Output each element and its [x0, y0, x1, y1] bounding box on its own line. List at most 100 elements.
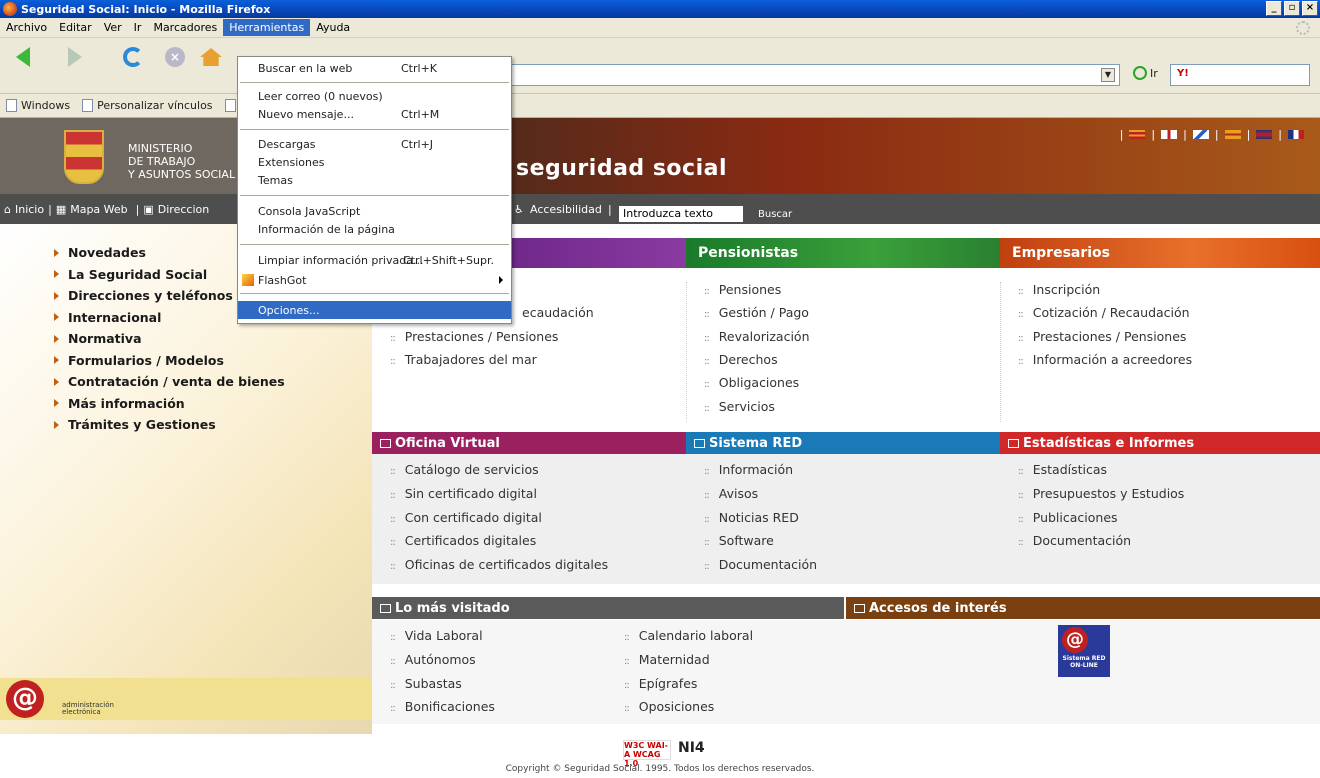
sistema-red-online-button[interactable]: @ Sistema RED ON-LINE: [1058, 625, 1110, 677]
link-prestaciones[interactable]: :: Prestaciones / Pensiones: [390, 329, 558, 344]
ni4-badge[interactable]: NI4: [678, 740, 710, 760]
link-prestaciones-emp[interactable]: :: Prestaciones / Pensiones: [1018, 329, 1186, 344]
link-bonificaciones[interactable]: :: Bonificaciones: [390, 699, 495, 714]
french-flag-icon[interactable]: [1288, 130, 1304, 139]
web-search-box[interactable]: Y!: [1170, 64, 1310, 86]
galician-flag-icon[interactable]: [1192, 130, 1209, 139]
link-publicaciones[interactable]: :: Publicaciones: [1018, 510, 1118, 525]
bookmark-windows[interactable]: Windows: [6, 99, 70, 112]
link-cotizacion[interactable]: :: Cotización / Recaudación: [1018, 305, 1190, 320]
menu-item-info-pagina[interactable]: Información de la página: [238, 220, 511, 238]
link-calendario[interactable]: :: Calendario laboral: [624, 628, 753, 643]
link-sin-certificado[interactable]: :: Sin certificado digital: [390, 486, 537, 501]
link-red-noticias[interactable]: :: Noticias RED: [704, 510, 799, 525]
bookmark-personalizar[interactable]: Personalizar vínculos: [82, 99, 213, 112]
link-estadisticas[interactable]: :: Estadísticas: [1018, 462, 1107, 477]
basque-flag-icon[interactable]: [1161, 130, 1178, 139]
nav-inicio[interactable]: Inicio: [15, 203, 44, 216]
menu-ayuda[interactable]: Ayuda: [310, 19, 356, 36]
link-red-informacion[interactable]: :: Información: [704, 462, 793, 477]
forward-button[interactable]: [60, 44, 90, 70]
menu-editar[interactable]: Editar: [53, 19, 98, 36]
go-button[interactable]: Ir: [1133, 66, 1158, 80]
menu-herramientas[interactable]: Herramientas: [223, 19, 311, 36]
nav-direcciones[interactable]: Direccion: [158, 203, 209, 216]
link-derechos[interactable]: :: Derechos: [704, 352, 778, 367]
link-autonomos[interactable]: :: Autónomos: [390, 652, 476, 667]
menu-archivo[interactable]: Archivo: [0, 19, 53, 36]
admin-electronica-banner[interactable]: [0, 678, 372, 720]
page-icon: [6, 99, 17, 112]
left-menu-item[interactable]: Normativa: [54, 328, 285, 350]
menu-item-buscar-web[interactable]: Buscar en la web Ctrl+K: [238, 59, 511, 77]
home-button[interactable]: [196, 44, 226, 70]
link-vida-laboral[interactable]: :: Vida Laboral: [390, 628, 483, 643]
bookmark-more[interactable]: [224, 99, 236, 112]
link-recaudacion[interactable]: ecaudación: [522, 305, 594, 320]
menu-item-flashgot[interactable]: FlashGot: [238, 271, 511, 289]
menu-ir[interactable]: Ir: [128, 19, 148, 36]
url-dropdown-icon[interactable]: ▼: [1101, 68, 1115, 82]
link-inscripcion[interactable]: :: Inscripción: [1018, 282, 1100, 297]
left-menu-item[interactable]: Contratación / venta de bienes: [54, 371, 285, 393]
menu-item-limpiar[interactable]: Limpiar información privada... Ctrl+Shift…: [238, 251, 511, 269]
stop-button[interactable]: ×: [160, 44, 190, 70]
link-label: Vida Laboral: [404, 628, 483, 643]
menu-item-leer-correo[interactable]: Leer correo (0 nuevos): [238, 87, 511, 105]
menu-item-nuevo-mensaje[interactable]: Nuevo mensaje... Ctrl+M: [238, 105, 511, 123]
pensionistas-title: Pensionistas: [698, 245, 799, 261]
english-flag-icon[interactable]: [1256, 130, 1273, 139]
menu-marcadores[interactable]: Marcadores: [147, 19, 223, 36]
link-red-avisos[interactable]: :: Avisos: [704, 486, 758, 501]
menu-item-temas[interactable]: Temas: [238, 171, 511, 189]
link-catalogo[interactable]: :: Catálogo de servicios: [390, 462, 539, 477]
link-certificados[interactable]: :: Certificados digitales: [390, 533, 536, 548]
menu-item-opciones[interactable]: Opciones...: [238, 301, 511, 319]
minimize-button[interactable]: _: [1266, 1, 1282, 16]
reload-button[interactable]: [118, 44, 148, 70]
valencian-flag-icon[interactable]: [1224, 130, 1241, 139]
link-servicios[interactable]: :: Servicios: [704, 399, 775, 414]
link-oposiciones[interactable]: :: Oposiciones: [624, 699, 714, 714]
w3c-wai-badge[interactable]: W3C WAI-A WCAG 1.0: [623, 740, 671, 768]
estadisticas-header[interactable]: Estadísticas e Informes: [1000, 432, 1320, 454]
link-acreedores[interactable]: :: Información a acreedores: [1018, 352, 1192, 367]
back-button[interactable]: [8, 44, 38, 70]
maximize-button[interactable]: ▫: [1284, 1, 1300, 16]
link-red-software[interactable]: :: Software: [704, 533, 774, 548]
link-revalorizacion[interactable]: :: Revalorización: [704, 329, 810, 344]
link-pensiones[interactable]: :: Pensiones: [704, 282, 781, 297]
sistema-red-header[interactable]: Sistema RED: [686, 432, 1000, 454]
link-red-documentacion[interactable]: :: Documentación: [704, 557, 817, 572]
pensionistas-header[interactable]: Pensionistas: [686, 238, 1000, 268]
left-menu-item[interactable]: Formularios / Modelos: [54, 350, 285, 372]
oficina-virtual-header[interactable]: Oficina Virtual: [372, 432, 686, 454]
link-subastas[interactable]: :: Subastas: [390, 676, 462, 691]
close-button[interactable]: ×: [1302, 1, 1318, 16]
nav-accesibilidad[interactable]: Accesibilidad: [530, 203, 602, 216]
menu-item-extensiones[interactable]: Extensiones: [238, 153, 511, 171]
menu-item-consola-js[interactable]: Consola JavaScript: [238, 202, 511, 220]
empresarios-header[interactable]: Empresarios: [1000, 238, 1320, 268]
menu-item-descargas[interactable]: Descargas Ctrl+J: [238, 135, 511, 153]
menu-ver[interactable]: Ver: [98, 19, 128, 36]
link-epigrafes[interactable]: :: Epígrafes: [624, 676, 697, 691]
ministry-logo[interactable]: MINISTERIO DE TRABAJO Y ASUNTOS SOCIAL: [0, 118, 260, 194]
link-label: Calendario laboral: [638, 628, 754, 643]
link-oficinas-cert[interactable]: :: Oficinas de certificados digitales: [390, 557, 608, 572]
bullet-icon: ::: [704, 379, 710, 390]
left-menu-item[interactable]: Más información: [54, 393, 285, 415]
link-gestion-pago[interactable]: :: Gestión / Pago: [704, 305, 809, 320]
site-search-input[interactable]: Introduzca texto: [619, 206, 743, 222]
nav-mapa-web[interactable]: Mapa Web: [70, 203, 127, 216]
link-trabajadores-mar[interactable]: :: Trabajadores del mar: [390, 352, 537, 367]
link-est-documentacion[interactable]: :: Documentación: [1018, 533, 1131, 548]
link-obligaciones[interactable]: :: Obligaciones: [704, 375, 799, 390]
link-presupuestos[interactable]: :: Presupuestos y Estudios: [1018, 486, 1184, 501]
left-menu-item[interactable]: Trámites y Gestiones: [54, 414, 285, 436]
catalan-flag-icon[interactable]: [1129, 130, 1146, 139]
section-title: Accesos de interés: [869, 600, 1007, 616]
site-search-button[interactable]: Buscar: [758, 209, 792, 220]
link-con-certificado[interactable]: :: Con certificado digital: [390, 510, 542, 525]
link-maternidad[interactable]: :: Maternidad: [624, 652, 710, 667]
